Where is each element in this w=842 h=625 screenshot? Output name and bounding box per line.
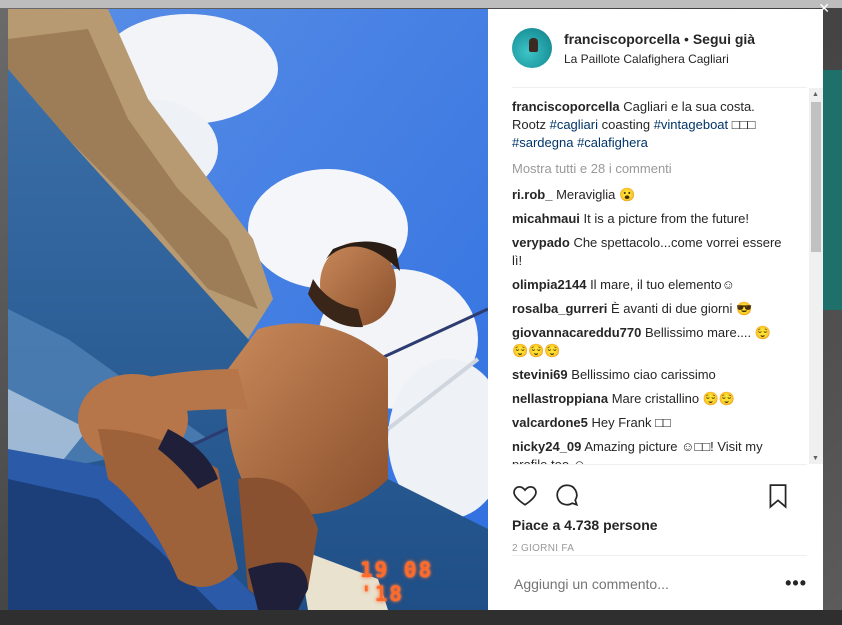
comment-text: It is a picture from the future!	[583, 211, 750, 226]
caption-emoji: □□□	[731, 117, 756, 132]
post-photo: 19 08 '18	[8, 9, 488, 610]
comment-text: Il mare, il tuo elemento☺	[590, 277, 735, 292]
comment-icon[interactable]	[554, 482, 580, 508]
caption-text: coasting	[601, 117, 651, 132]
hashtag-link[interactable]: #cagliari	[550, 117, 598, 132]
comments-scrollbar[interactable]: ▲ ▼	[809, 88, 823, 464]
hashtag-link[interactable]: #sardegna	[512, 135, 573, 150]
comment-username[interactable]: valcardone5	[512, 415, 588, 430]
comment-text: Bellissimo ciao carissimo	[571, 367, 716, 382]
comment-text: Mare cristallino 😌😌	[611, 391, 736, 406]
hashtag-link[interactable]: #vintageboat	[654, 117, 728, 132]
post-header: franciscoporcella • Segui già La Paillote …	[512, 9, 807, 88]
scroll-thumb[interactable]	[811, 102, 821, 252]
hashtag-link[interactable]: #calafighera	[577, 135, 648, 150]
comment-item: rosalba_gurreri È avanti di due giorni 😎	[512, 300, 787, 318]
comment-username[interactable]: ri.rob_	[512, 187, 552, 202]
comment-username[interactable]: rosalba_gurreri	[512, 301, 607, 316]
comment-text: Hey Frank □□	[591, 415, 671, 430]
scroll-up-arrow-icon[interactable]: ▲	[812, 91, 819, 98]
post-image	[8, 9, 488, 610]
comment-item: verypado Che spettacolo...come vorrei es…	[512, 234, 787, 270]
following-button[interactable]: Segui già	[693, 31, 755, 47]
user-line: franciscoporcella • Segui già	[564, 31, 755, 47]
comment-username[interactable]: verypado	[512, 235, 570, 250]
likes-number: 4.738	[564, 517, 600, 533]
photo-date-stamp: 19 08 '18	[360, 558, 434, 606]
comment-item: stevini69 Bellissimo ciao carissimo	[512, 366, 787, 384]
post-caption: franciscoporcella Cagliari e la sua cost…	[512, 98, 787, 152]
add-comment-input[interactable]	[512, 574, 756, 593]
comment-username[interactable]: stevini69	[512, 367, 568, 382]
comment-username[interactable]: nellastroppiana	[512, 391, 608, 406]
action-icons	[512, 475, 807, 515]
avatar[interactable]	[512, 28, 552, 68]
comment-text: Meraviglia 😮	[556, 187, 636, 202]
comments-list: franciscoporcella Cagliari e la sua cost…	[512, 98, 787, 464]
backdrop-side	[822, 70, 842, 310]
likes-suffix: persone	[603, 517, 658, 533]
add-comment-bar: •••	[512, 555, 807, 611]
backdrop-strip-bottom	[0, 610, 842, 625]
comment-item: micahmaui It is a picture from the futur…	[512, 210, 787, 228]
scroll-down-arrow-icon[interactable]: ▼	[812, 455, 819, 462]
comment-item: nicky24_09 Amazing picture ☺□□! Visit my…	[512, 438, 787, 464]
likes-count[interactable]: Piace a 4.738 persone	[512, 517, 807, 533]
post-timestamp: 2 GIORNI FA	[512, 543, 575, 554]
comment-username[interactable]: micahmaui	[512, 211, 580, 226]
comment-username[interactable]: giovannacareddu770	[512, 325, 641, 340]
post-side-panel: franciscoporcella • Segui già La Paillote …	[488, 9, 823, 610]
header-text: franciscoporcella • Segui già La Paillote …	[564, 31, 755, 66]
heart-icon[interactable]	[512, 482, 538, 508]
post-location[interactable]: La Paillote Calafighera Cagliari	[564, 52, 755, 66]
comment-item: valcardone5 Hey Frank □□	[512, 414, 787, 432]
comment-item: nellastroppiana Mare cristallino 😌😌	[512, 390, 787, 408]
bookmark-icon[interactable]	[765, 483, 791, 509]
likes-prefix: Piace a	[512, 517, 561, 533]
caption-username[interactable]: franciscoporcella	[512, 99, 620, 114]
backdrop-strip	[0, 0, 842, 8]
comment-username[interactable]: olimpia2144	[512, 277, 586, 292]
comment-item: ri.rob_ Meraviglia 😮	[512, 186, 787, 204]
separator-dot: •	[683, 30, 689, 47]
avatar-figure	[529, 38, 538, 52]
post-modal: 19 08 '18 franciscoporcella • Segui già La…	[8, 9, 823, 610]
comment-item: olimpia2144 Il mare, il tuo elemento☺	[512, 276, 787, 294]
comment-username[interactable]: nicky24_09	[512, 439, 581, 454]
comment-item: giovannacareddu770 Bellissimo mare.... 😌…	[512, 324, 787, 360]
post-username[interactable]: franciscoporcella	[564, 31, 680, 47]
comment-text: È avanti di due giorni 😎	[611, 301, 753, 316]
post-actions: Piace a 4.738 persone 2 GIORNI FA	[512, 464, 807, 565]
more-options-icon[interactable]: •••	[785, 573, 807, 594]
show-all-comments-link[interactable]: Mostra tutti e 28 i commenti	[512, 160, 787, 178]
comment-items: ri.rob_ Meraviglia 😮 micahmaui It is a pi…	[512, 186, 787, 464]
